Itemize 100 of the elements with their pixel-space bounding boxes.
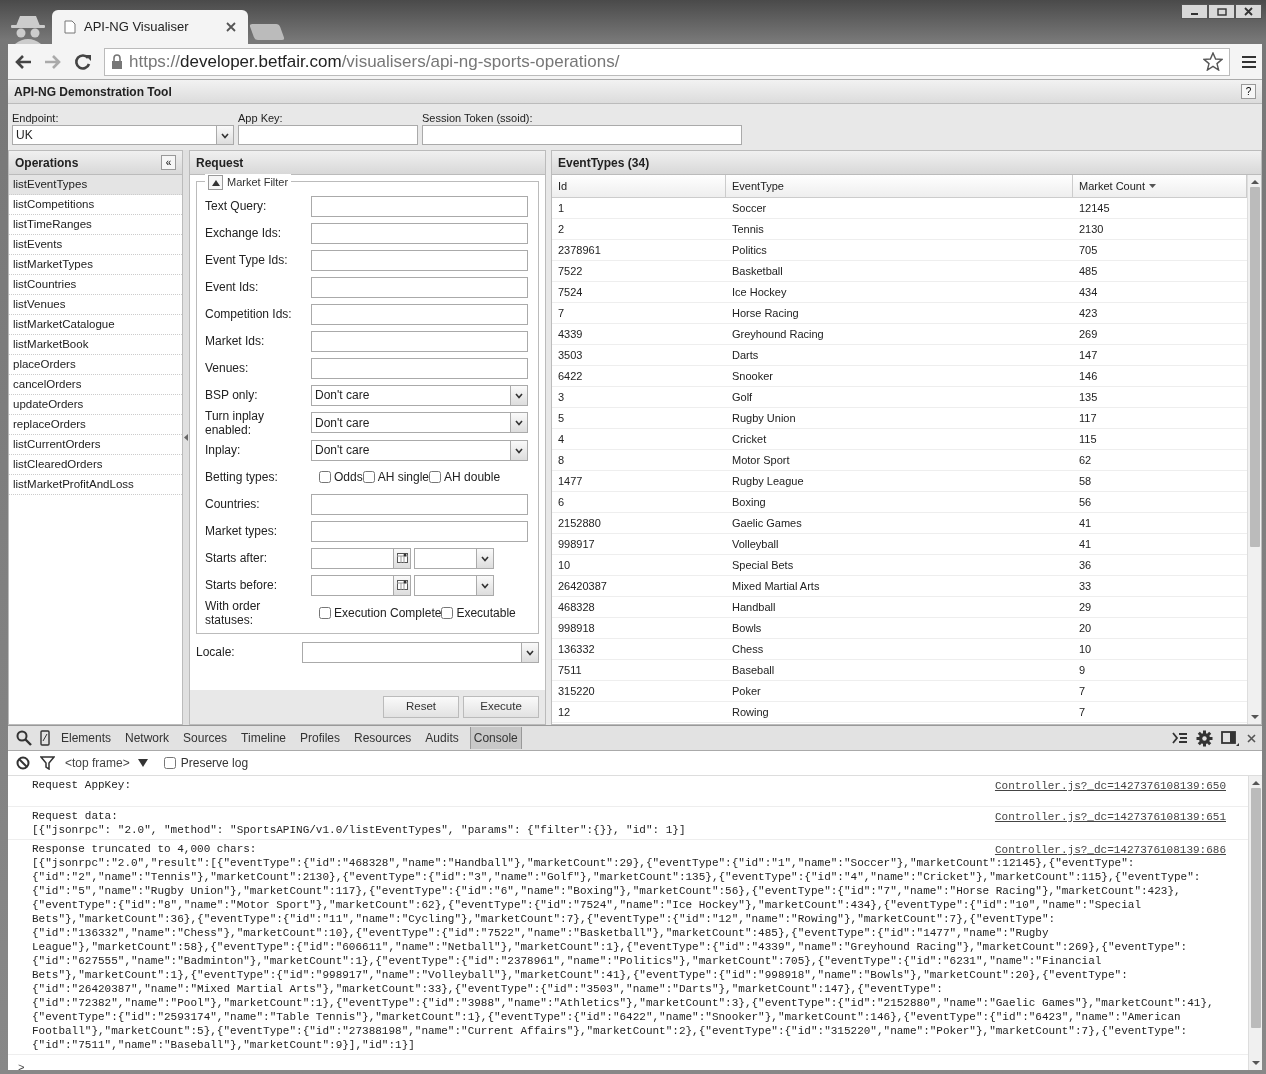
source-link[interactable]: Controller.js?_dc=1427376108139:650 <box>994 779 1226 793</box>
operation-item[interactable]: listEvents <box>9 235 182 255</box>
maximize-icon <box>1215 7 1228 16</box>
devtools-tab[interactable]: Sources <box>180 727 231 749</box>
browser-tab[interactable]: API-NG Visualiser <box>52 10 248 44</box>
collapse-arrow-icon[interactable] <box>184 434 188 441</box>
operation-item[interactable]: updateOrders <box>9 395 182 415</box>
frame-dropdown[interactable]: <top frame> <box>65 754 148 772</box>
devtools-tab[interactable]: Elements <box>58 727 115 749</box>
operation-item[interactable]: cancelOrders <box>9 375 182 395</box>
operation-item[interactable]: placeOrders <box>9 355 182 375</box>
dropdown[interactable]: Don't care <box>311 439 528 461</box>
operation-item[interactable]: listVenues <box>9 295 182 315</box>
checkbox[interactable] <box>362 471 375 483</box>
execute-button[interactable]: Execute <box>463 696 539 718</box>
operation-item[interactable]: listClearedOrders <box>9 455 182 475</box>
minimize-button[interactable] <box>1181 4 1208 19</box>
dropdown-button[interactable] <box>510 413 527 432</box>
dropdown[interactable]: UK <box>12 125 234 145</box>
star-icon[interactable] <box>1203 52 1223 71</box>
address-field[interactable]: https://developer.betfair.com/visualisers/api-ng-sports-operations/ <box>104 47 1230 76</box>
reset-button[interactable]: Reset <box>383 696 459 718</box>
collapse-button[interactable]: « <box>161 155 176 170</box>
devtools-tab[interactable]: Audits <box>422 727 462 749</box>
dropdown-button[interactable] <box>476 575 493 595</box>
devtools-tab[interactable]: Timeline <box>238 727 289 749</box>
menu-icon[interactable] <box>1242 54 1256 69</box>
input-field[interactable] <box>311 195 528 217</box>
devtools-tab[interactable]: Profiles <box>297 727 343 749</box>
calendar-button[interactable] <box>393 575 410 595</box>
checkbox[interactable] <box>319 471 331 483</box>
table-cell-text: 146 <box>1078 369 1099 384</box>
maximize-button[interactable] <box>1208 4 1235 19</box>
dock-icon[interactable] <box>1221 730 1239 746</box>
dropdown-button[interactable] <box>510 440 527 460</box>
clear-console-icon[interactable] <box>16 756 30 770</box>
close-button[interactable] <box>1235 4 1262 19</box>
operation-item[interactable]: listCountries <box>9 275 182 295</box>
operation-item[interactable]: listTimeRanges <box>9 215 182 235</box>
scrollbar[interactable] <box>1247 175 1261 724</box>
operation-item[interactable]: listCompetitions <box>9 195 182 215</box>
operation-item[interactable]: listMarketProfitAndLoss <box>9 475 182 495</box>
mobile-device-icon[interactable] <box>40 730 50 746</box>
input-field[interactable] <box>311 276 528 298</box>
console-drawer-icon[interactable] <box>1172 732 1188 744</box>
checkbox[interactable] <box>429 471 442 483</box>
checkbox[interactable] <box>319 606 331 619</box>
input-field[interactable] <box>311 222 528 244</box>
operation-item[interactable]: listMarketCatalogue <box>9 315 182 335</box>
input-field[interactable] <box>311 330 528 352</box>
dropdown-button[interactable] <box>216 126 233 144</box>
new-tab-button[interactable] <box>249 24 285 40</box>
source-link[interactable]: Controller.js?_dc=1427376108139:651 <box>994 810 1226 824</box>
close-icon[interactable] <box>1247 733 1256 743</box>
checkbox[interactable] <box>441 606 454 619</box>
dropdown-triangle-icon <box>137 759 148 767</box>
input-field[interactable] <box>311 303 528 325</box>
input-field[interactable] <box>311 357 528 379</box>
console-prompt[interactable]: > <box>8 1055 35 1070</box>
operation-item[interactable]: listCurrentOrders <box>9 435 182 455</box>
table-cell-text: 6422 <box>557 369 584 384</box>
input-field[interactable] <box>311 493 528 515</box>
reload-icon[interactable] <box>74 52 92 71</box>
dropdown-button[interactable] <box>476 548 493 568</box>
table-cell-text: 7 <box>557 306 566 321</box>
operation-item[interactable]: replaceOrders <box>9 415 182 435</box>
input-field[interactable] <box>311 520 528 542</box>
dropdown[interactable]: Don't care <box>311 384 528 406</box>
input-field[interactable] <box>422 125 742 145</box>
field-label: Event Type Ids: <box>205 253 289 267</box>
dropdown[interactable]: Don't care <box>311 412 528 433</box>
scrollbar[interactable] <box>1248 776 1262 1070</box>
filter-icon[interactable] <box>40 756 55 770</box>
devtools-tab[interactable]: Network <box>122 727 173 749</box>
help-button[interactable]: ? <box>1241 84 1256 99</box>
dropdown-button[interactable] <box>521 642 538 662</box>
input-field[interactable] <box>238 125 418 145</box>
search-icon[interactable] <box>16 730 32 746</box>
devtools-tab[interactable]: Resources <box>351 727 415 749</box>
operation-item[interactable]: listEventTypes <box>9 175 182 195</box>
back-icon[interactable] <box>14 53 32 70</box>
close-icon[interactable] <box>226 22 236 32</box>
date-field[interactable] <box>311 547 411 569</box>
dropdown-button[interactable] <box>510 385 527 405</box>
column-header[interactable]: Id <box>552 175 726 197</box>
operation-item[interactable]: listMarketTypes <box>9 255 182 275</box>
column-header[interactable]: EventType <box>726 175 1073 197</box>
calendar-button[interactable] <box>393 548 410 568</box>
table-cell-text: 115 <box>1078 432 1098 447</box>
collapse-button[interactable] <box>208 174 223 190</box>
console-line: {"id":"26420387","name":"Mixed Martial Arts"},"marketCount":33},{"eventType":{"id":"3503","name":"Darts"},"marketCount":147},{"eventType": <box>32 982 943 996</box>
input-field[interactable] <box>311 249 528 271</box>
source-link[interactable]: Controller.js?_dc=1427376108139:686 <box>994 843 1226 857</box>
settings-icon[interactable] <box>1196 729 1213 747</box>
devtools-tab[interactable]: Console <box>469 727 522 749</box>
table-cell-text: Rowing <box>731 705 770 720</box>
operation-item[interactable]: listMarketBook <box>9 335 182 355</box>
date-field[interactable] <box>311 574 411 596</box>
close-icon <box>1242 7 1255 16</box>
checkbox[interactable] <box>163 757 176 769</box>
